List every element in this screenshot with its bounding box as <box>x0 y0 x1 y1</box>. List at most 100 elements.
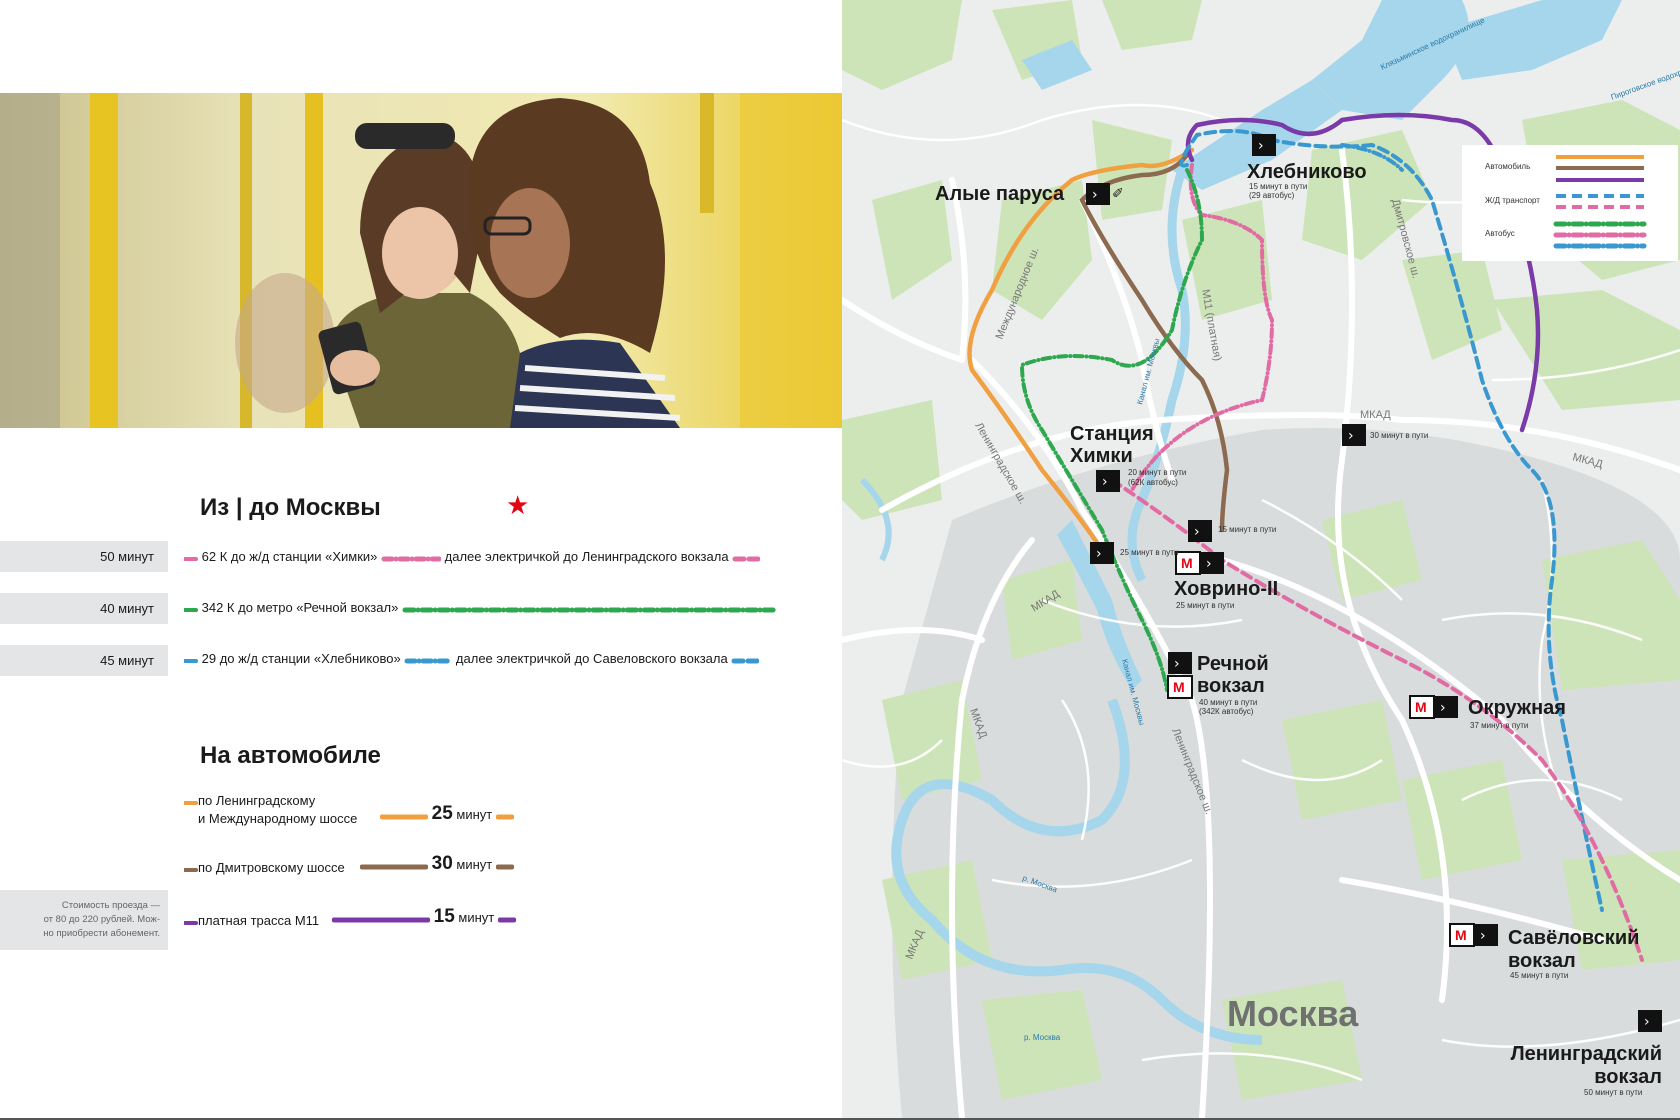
car-route-line2: и Международному шоссе <box>198 811 358 827</box>
city-label: Москва <box>1227 993 1359 1034</box>
chevron-icon: › <box>1480 928 1486 944</box>
metro-icon: М <box>1167 675 1193 699</box>
chevron-icon: › <box>1440 700 1446 716</box>
legend-rail: Ж/Д транспорт <box>1485 196 1540 205</box>
note-line: но приобрести абонемент. <box>43 928 160 939</box>
note-line: от 80 до 220 рублей. Мож- <box>43 914 160 925</box>
metro-icon: М › <box>1449 923 1498 947</box>
car-route-line1: по Ленинградскому <box>198 793 316 808</box>
car-route-line1: по Дмитровскому шоссе <box>198 860 345 875</box>
brown-dash <box>183 860 198 877</box>
blue-dash-end <box>731 652 760 667</box>
station-sub: 25 минут в пути <box>1120 548 1178 557</box>
chevron-icon: › <box>1096 546 1102 562</box>
orange-dash <box>183 793 198 810</box>
car-minutes: 25 <box>431 803 453 824</box>
metro-icon: М › <box>1409 695 1458 719</box>
station-marker: › <box>1188 520 1212 542</box>
station-okruzhnaya: Окружная <box>1468 697 1566 719</box>
station-marker: › <box>1252 134 1276 156</box>
station-marker: › <box>1638 1010 1662 1032</box>
chevron-icon: › <box>1206 556 1212 572</box>
left-page: Из | до Москвы ★ 50 минут 62 К до ж/д ст… <box>0 0 842 1120</box>
purple-line-end <box>497 911 517 926</box>
station-sub: 30 минут в пути <box>1370 431 1428 440</box>
station-rechnoy-1: Речной <box>1197 653 1269 675</box>
section-title-from-moscow: Из | до Москвы <box>200 494 381 521</box>
chevron-icon: › <box>1102 474 1108 490</box>
station-rechnoy-2: вокзал <box>1197 675 1265 697</box>
station-sub: (29 автобус) <box>1249 191 1295 200</box>
chevron-icon: › <box>1258 138 1264 154</box>
toll-note: Стоимость проезда — от 80 до 220 рублей.… <box>0 890 168 950</box>
map-legend: Автомобиль Ж/Д транспорт Автобус <box>1462 145 1678 261</box>
route-description: 62 К до ж/д станции «Химки» далее электр… <box>183 549 761 565</box>
car-unit: минут <box>456 807 493 822</box>
station-savel-1: Савёловский <box>1508 927 1639 949</box>
station-khlebnikovo: Хлебниково <box>1247 161 1367 183</box>
purple-dash <box>183 913 198 930</box>
star-icon: ★ <box>506 490 530 520</box>
pink-dots <box>381 550 442 565</box>
station-marker: › <box>1168 652 1192 674</box>
station-khimki-1: Станция <box>1070 423 1154 445</box>
car-route-time: 15 минут <box>331 906 517 928</box>
station-khimki-2: Химки <box>1070 445 1133 467</box>
green-dots <box>402 601 779 616</box>
road-label-mkad: МКАД <box>1360 409 1391 421</box>
route-text-1: 62 К до ж/д станции «Химки» <box>201 549 378 564</box>
chevron-icon: › <box>1644 1014 1650 1030</box>
route-description: 342 К до метро «Речной вокзал» <box>183 600 779 616</box>
car-unit: минут <box>456 857 493 872</box>
route-map: Международное ш. Ленинградское ш. М11 (п… <box>842 0 1680 1118</box>
station-sub: (62К автобус) <box>1128 478 1178 487</box>
chevron-icon: › <box>1194 524 1200 540</box>
pin-icon: ✐ <box>1112 185 1124 201</box>
chevron-icon: › <box>1348 428 1354 444</box>
station-marker: › <box>1342 424 1366 446</box>
car-route-label: платная трасса М11 <box>183 912 319 930</box>
svg-text:М: М <box>1181 555 1193 571</box>
station-sub: 15 минут в пути <box>1218 525 1276 534</box>
blue-dash <box>183 652 198 667</box>
note-line: Стоимость проезда — <box>61 900 160 911</box>
station-sub: 25 минут в пути <box>1176 601 1234 610</box>
pink-dash-end <box>732 550 761 565</box>
station-sub: 20 минут в пути <box>1128 468 1186 477</box>
car-route-time: 30 минут <box>359 853 515 875</box>
svg-text:М: М <box>1173 679 1185 695</box>
section-title-by-car: На автомобиле <box>200 742 381 769</box>
green-dash <box>183 601 198 616</box>
purple-line <box>331 911 431 926</box>
station-savel-2: вокзал <box>1508 950 1576 972</box>
station-khovrino: Ховрино-II <box>1174 578 1278 600</box>
route-text-1: 29 до ж/д станции «Хлебниково» <box>201 651 401 666</box>
car-minutes: 30 <box>431 853 453 874</box>
water-label-moskva-2: р. Москва <box>1024 1033 1061 1042</box>
route-description: 29 до ж/д станции «Хлебниково» далее эле… <box>183 651 760 667</box>
metro-icon: М › <box>1175 551 1224 575</box>
station-lening-1: Ленинградский <box>1511 1043 1662 1065</box>
chevron-icon: › <box>1092 187 1098 203</box>
station-sub: 45 минут в пути <box>1510 971 1568 980</box>
route-text-1: 342 К до метро «Речной вокзал» <box>201 600 399 615</box>
route-time: 50 минут <box>0 541 168 572</box>
orange-line-end <box>495 808 515 823</box>
orange-line <box>379 808 429 823</box>
station-alye-parusa: Алые паруса <box>935 183 1065 205</box>
brown-line-end <box>495 858 515 873</box>
blue-dots <box>404 652 453 667</box>
station-marker: › <box>1086 183 1110 205</box>
car-route-time: 25 минут <box>379 803 515 825</box>
svg-text:М: М <box>1415 699 1427 715</box>
pink-dash <box>183 550 198 565</box>
route-text-2: далее электричкой до Ленинградского вокз… <box>444 549 729 564</box>
route-time: 45 минут <box>0 645 168 676</box>
passengers-photo <box>0 93 842 428</box>
car-route-label: по Ленинградскому и Международному шоссе <box>183 792 358 827</box>
car-minutes: 15 <box>433 906 455 927</box>
station-marker: › <box>1090 542 1114 564</box>
chevron-icon: › <box>1174 656 1180 672</box>
station-sub: 40 минут в пути <box>1199 698 1257 707</box>
car-unit: минут <box>458 910 495 925</box>
